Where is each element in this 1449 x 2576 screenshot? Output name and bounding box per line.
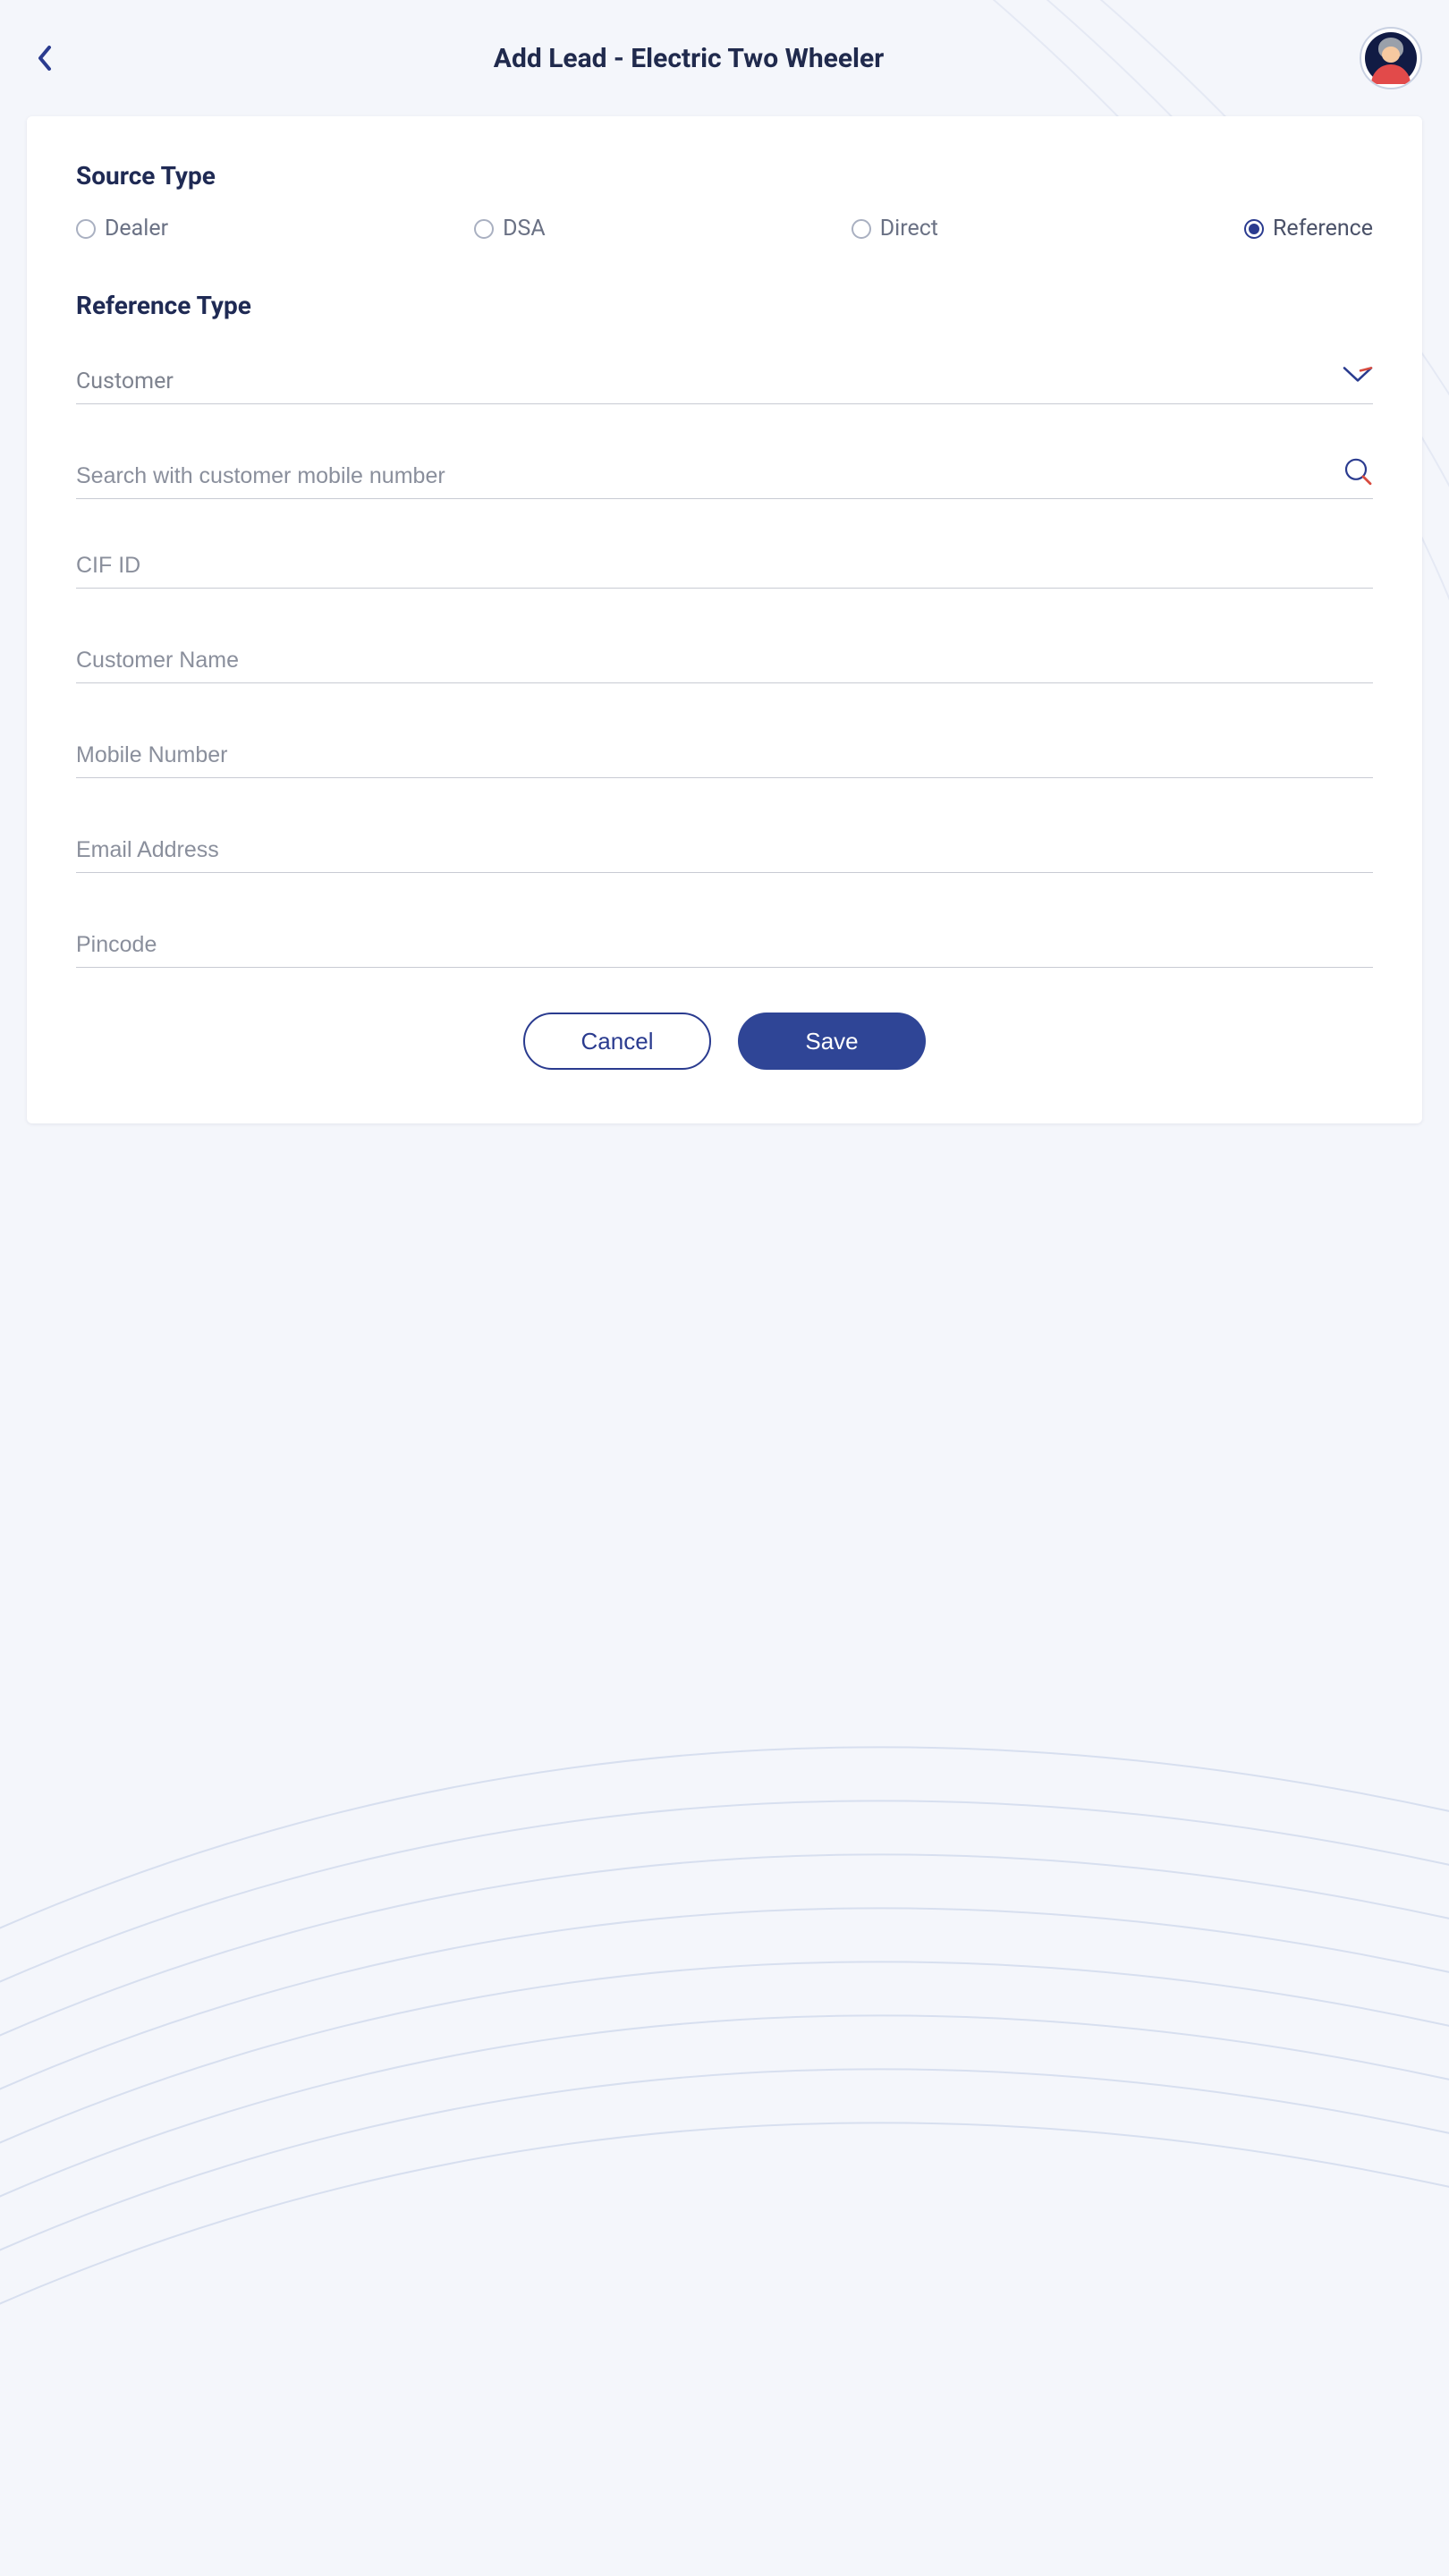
avatar-image xyxy=(1365,32,1417,84)
customer-search-field xyxy=(76,440,1373,499)
page-title: Add Lead - Electric Two Wheeler xyxy=(27,43,1351,74)
cif-id-input[interactable] xyxy=(76,553,1373,579)
reference-type-select[interactable]: Customer xyxy=(76,345,1373,404)
customer-search-input[interactable] xyxy=(76,463,1373,489)
radio-label: Dealer xyxy=(105,216,168,242)
form-actions: Cancel Save xyxy=(76,1013,1373,1070)
email-address-field xyxy=(76,814,1373,873)
radio-reference[interactable]: Reference xyxy=(1244,216,1373,242)
pincode-input[interactable] xyxy=(76,932,1373,958)
radio-icon xyxy=(1244,219,1264,239)
pincode-field xyxy=(76,909,1373,968)
radio-label: DSA xyxy=(503,216,546,242)
email-address-input[interactable] xyxy=(76,837,1373,863)
reference-type-label: Reference Type xyxy=(76,291,1373,320)
header: Add Lead - Electric Two Wheeler xyxy=(27,0,1422,116)
reference-type-value: Customer xyxy=(76,369,1373,394)
mobile-number-input[interactable] xyxy=(76,742,1373,768)
search-icon[interactable] xyxy=(1343,455,1373,489)
avatar[interactable] xyxy=(1360,27,1422,89)
mobile-number-field xyxy=(76,719,1373,778)
radio-direct[interactable]: Direct xyxy=(852,216,938,242)
save-button[interactable]: Save xyxy=(738,1013,926,1070)
radio-label: Direct xyxy=(880,216,938,242)
radio-icon xyxy=(852,219,871,239)
cif-id-field xyxy=(76,530,1373,589)
chevron-down-icon xyxy=(1343,366,1373,387)
source-type-radio-group: Dealer DSA Direct Reference xyxy=(76,216,1373,242)
radio-icon xyxy=(76,219,96,239)
source-type-label: Source Type xyxy=(76,161,1373,191)
cancel-button[interactable]: Cancel xyxy=(523,1013,711,1070)
radio-dealer[interactable]: Dealer xyxy=(76,216,168,242)
form-card: Source Type Dealer DSA Direct Reference … xyxy=(27,116,1422,1123)
radio-label: Reference xyxy=(1273,216,1373,242)
radio-dsa[interactable]: DSA xyxy=(474,216,546,242)
customer-name-field xyxy=(76,624,1373,683)
radio-icon xyxy=(474,219,494,239)
customer-name-input[interactable] xyxy=(76,648,1373,674)
